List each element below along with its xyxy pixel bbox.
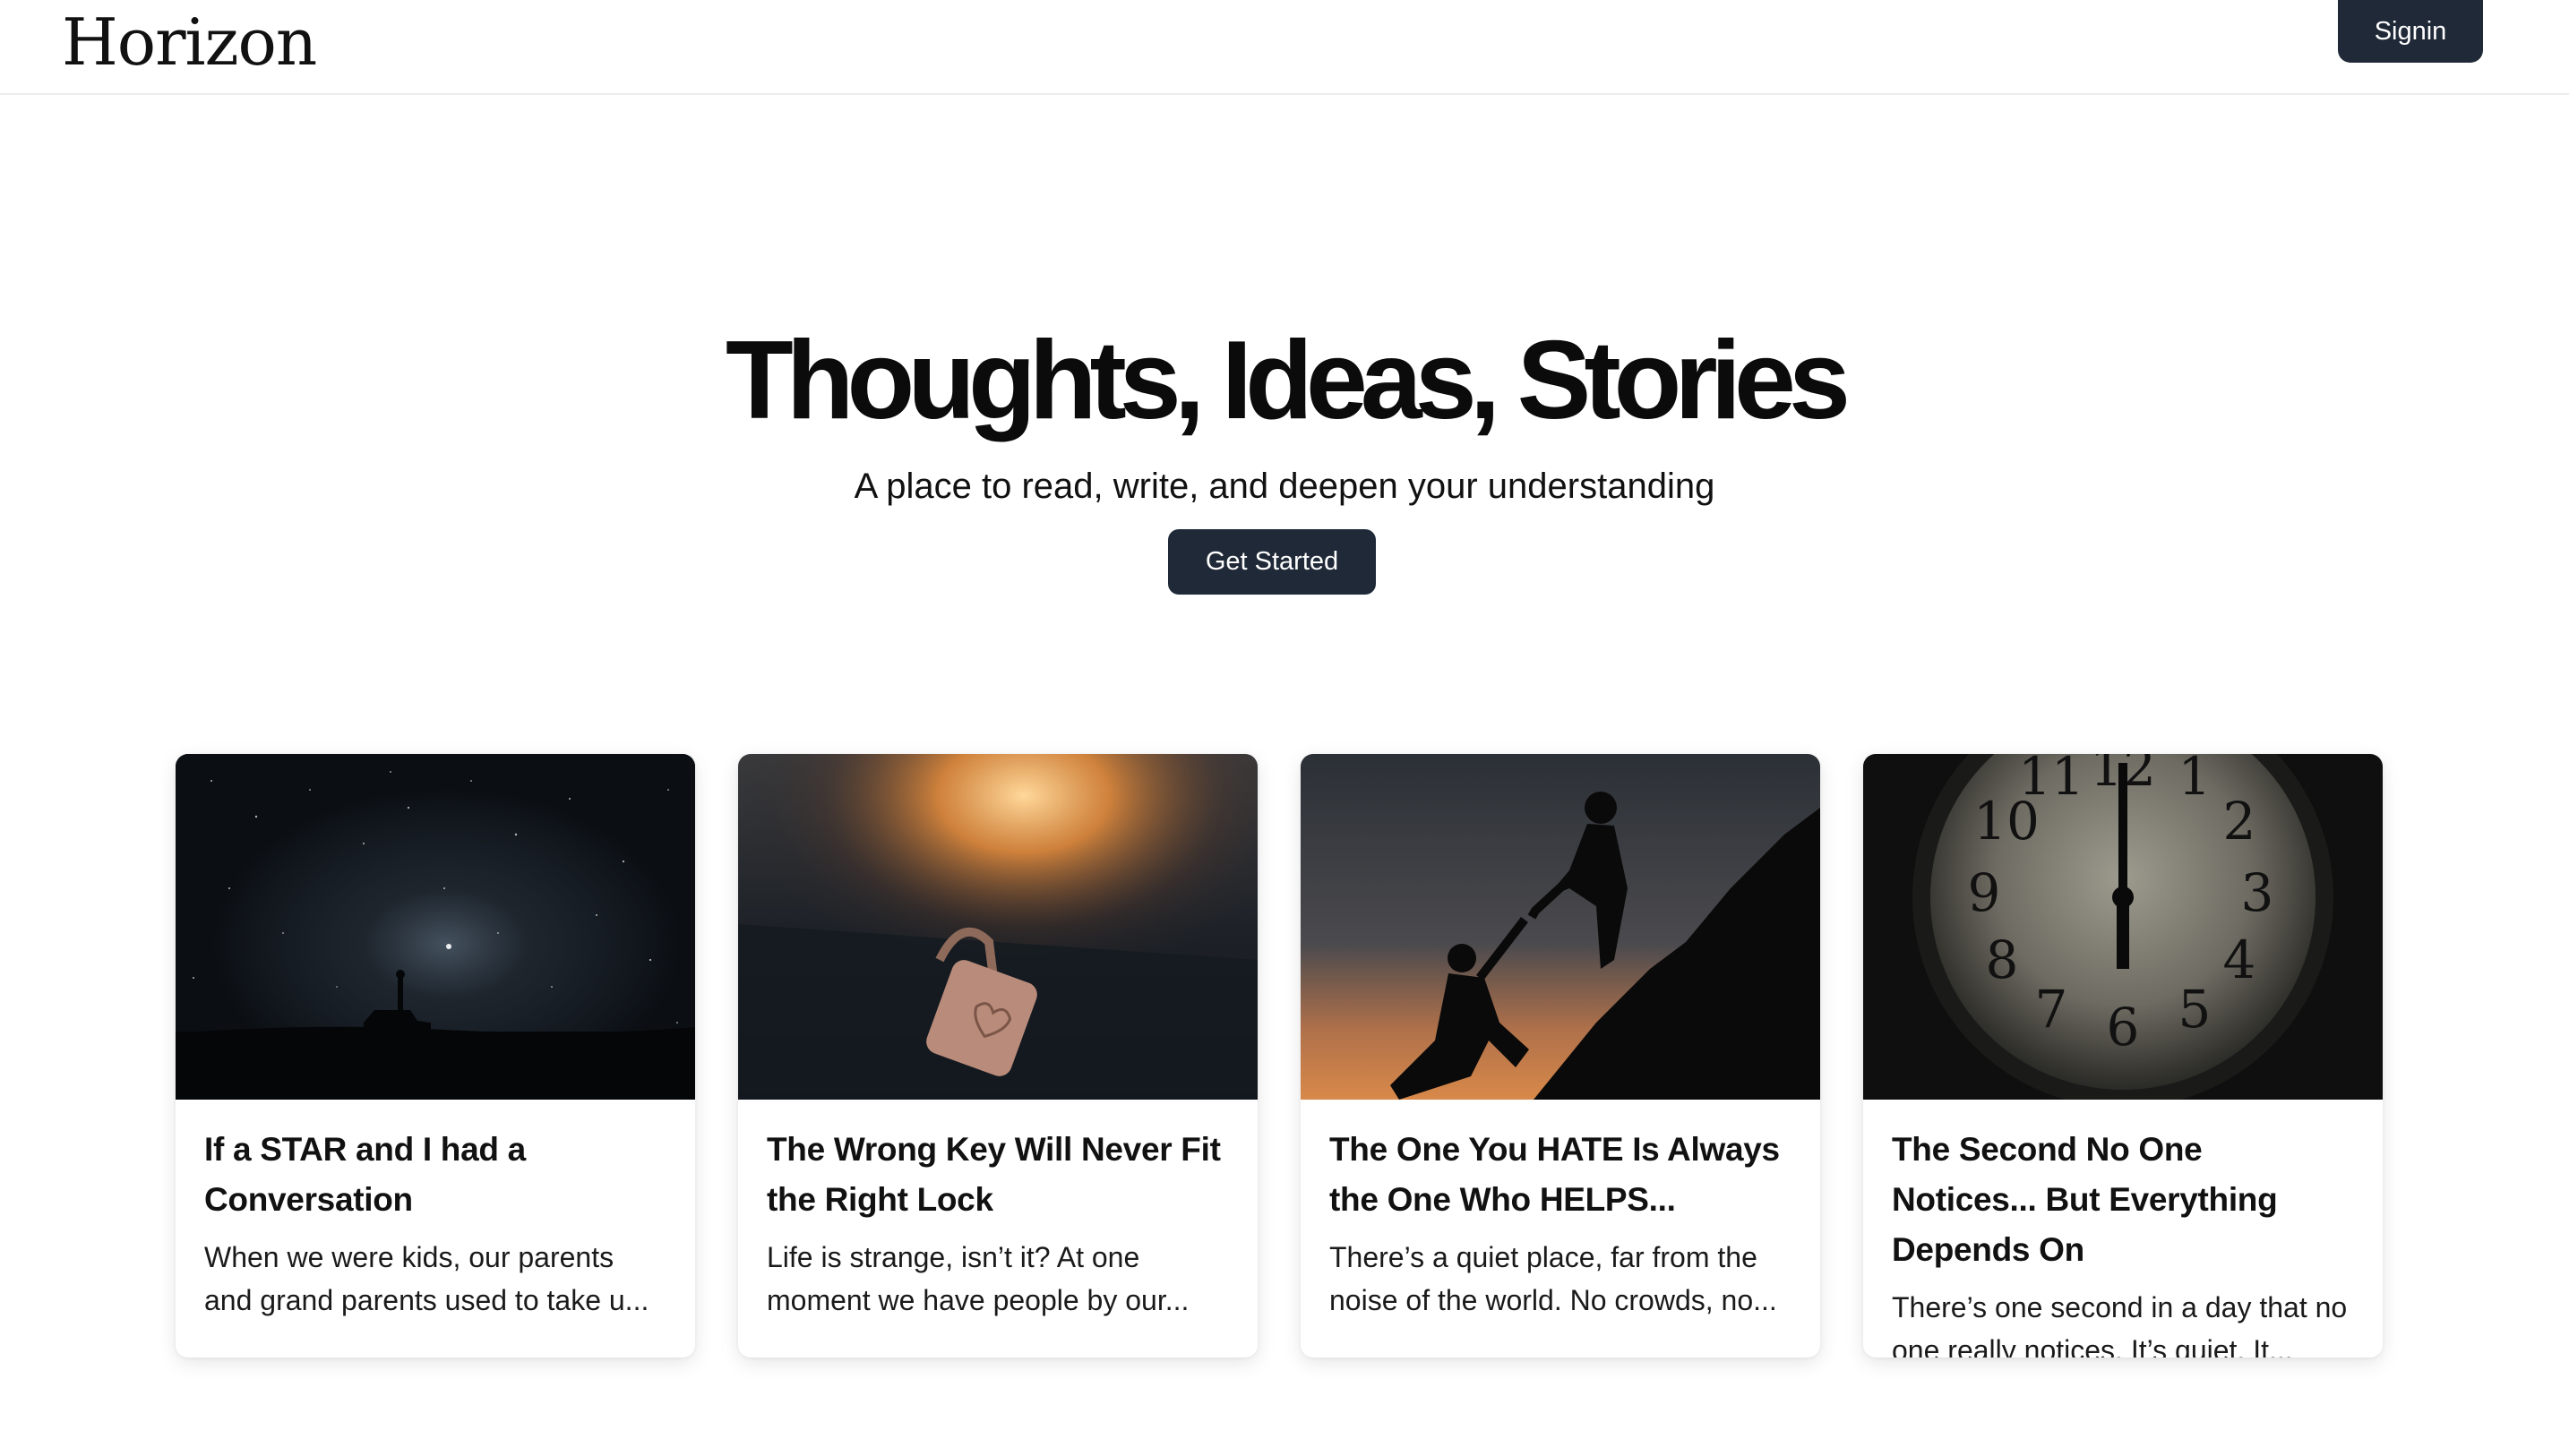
site-logo[interactable]: Horizon bbox=[62, 2, 317, 82]
get-started-button[interactable]: Get Started bbox=[1168, 529, 1376, 595]
clock-numeral: 5 bbox=[2178, 979, 2212, 1040]
post-card[interactable]: The One You HATE Is Always the One Who H… bbox=[1301, 754, 1820, 1358]
clock-numeral: 3 bbox=[2241, 862, 2274, 923]
clock-numeral: 2 bbox=[2223, 791, 2256, 852]
clock-numeral: 4 bbox=[2223, 929, 2256, 990]
clock-numeral: 6 bbox=[2107, 997, 2140, 1058]
clock-numeral: 7 bbox=[2035, 979, 2068, 1040]
post-image-night-sky bbox=[176, 754, 695, 1100]
post-image-padlock bbox=[738, 754, 1258, 1100]
clock-numeral: 11 bbox=[2018, 754, 2084, 807]
top-navbar: Horizon Signin bbox=[0, 0, 2569, 95]
hero-subtitle: A place to read, write, and deepen your … bbox=[854, 467, 1715, 506]
signin-button[interactable]: Signin bbox=[2338, 0, 2483, 63]
post-card[interactable]: If a STAR and I had a Conversation When … bbox=[176, 754, 695, 1358]
post-excerpt: When we were kids, our parents and grand… bbox=[204, 1241, 649, 1316]
clock-numeral: 8 bbox=[1986, 929, 2019, 990]
hero-title: Thoughts, Ideas, Stories bbox=[726, 319, 1851, 442]
post-title[interactable]: The Wrong Key Will Never Fit the Right L… bbox=[767, 1125, 1229, 1225]
post-title[interactable]: If a STAR and I had a Conversation bbox=[204, 1125, 666, 1225]
post-excerpt: There’s one second in a day that no one … bbox=[1892, 1291, 2348, 1358]
post-image-clock: 12 1 2 3 4 5 6 7 8 9 10 11 bbox=[1863, 754, 2383, 1100]
post-excerpt: There’s a quiet place, far from the nois… bbox=[1329, 1241, 1777, 1316]
post-excerpt: Life is strange, isn’t it? At one moment… bbox=[767, 1241, 1190, 1316]
post-title[interactable]: The Second No One Notices... But Everyth… bbox=[1892, 1125, 2354, 1275]
post-card[interactable]: 12 1 2 3 4 5 6 7 8 9 10 11 The bbox=[1863, 754, 2383, 1358]
clock-numeral: 9 bbox=[1968, 862, 2001, 923]
post-card[interactable]: The Wrong Key Will Never Fit the Right L… bbox=[738, 754, 1258, 1358]
post-title[interactable]: The One You HATE Is Always the One Who H… bbox=[1329, 1125, 1791, 1225]
clock-numeral: 1 bbox=[2178, 754, 2212, 807]
post-image-climbers bbox=[1301, 754, 1820, 1100]
